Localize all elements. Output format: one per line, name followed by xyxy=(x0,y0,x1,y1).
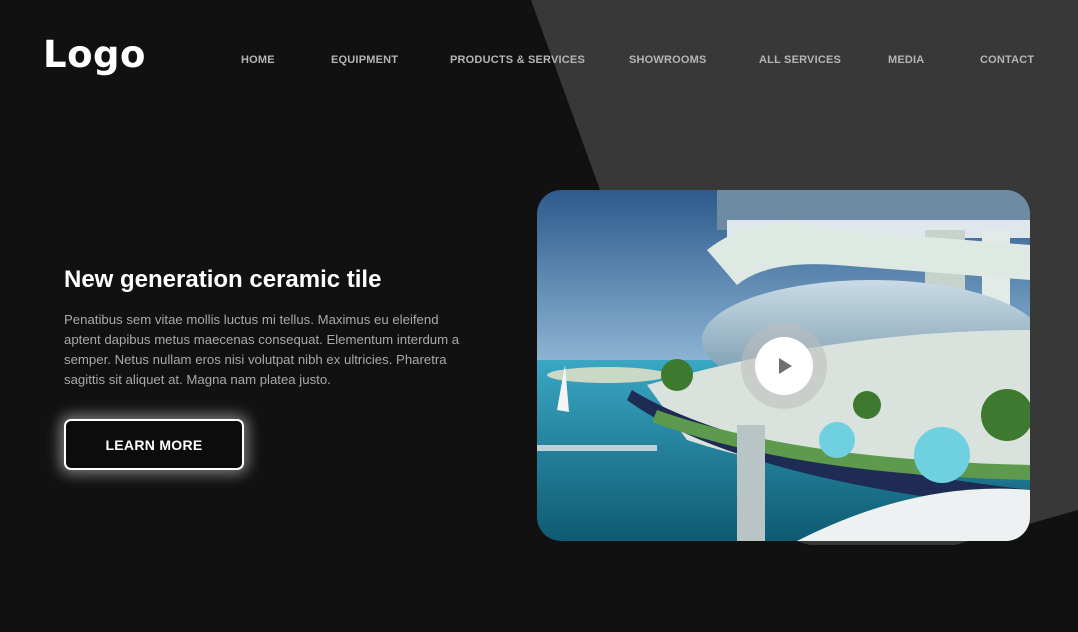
nav-item-media[interactable]: MEDIA xyxy=(888,54,924,66)
nav-item-all-services[interactable]: ALL SERVICES xyxy=(759,54,841,66)
video-thumbnail[interactable] xyxy=(537,190,1030,541)
play-button-inner xyxy=(755,337,813,395)
play-icon xyxy=(779,358,792,374)
play-button[interactable] xyxy=(741,323,827,409)
main-nav: HOME EQUIPMENT PRODUCTS & SERVICES SHOWR… xyxy=(0,54,1078,68)
hero-description: Penatibus sem vitae mollis luctus mi tel… xyxy=(64,312,460,387)
learn-more-button[interactable]: LEARN MORE xyxy=(64,419,244,470)
nav-item-home[interactable]: HOME xyxy=(241,54,275,66)
nav-item-contact[interactable]: CONTACT xyxy=(980,54,1034,66)
nav-item-equipment[interactable]: EQUIPMENT xyxy=(331,54,398,66)
nav-item-products-services[interactable]: PRODUCTS & SERVICES xyxy=(450,54,585,66)
nav-item-showrooms[interactable]: SHOWROOMS xyxy=(629,54,707,66)
hero-title: New generation ceramic tile xyxy=(64,266,382,293)
